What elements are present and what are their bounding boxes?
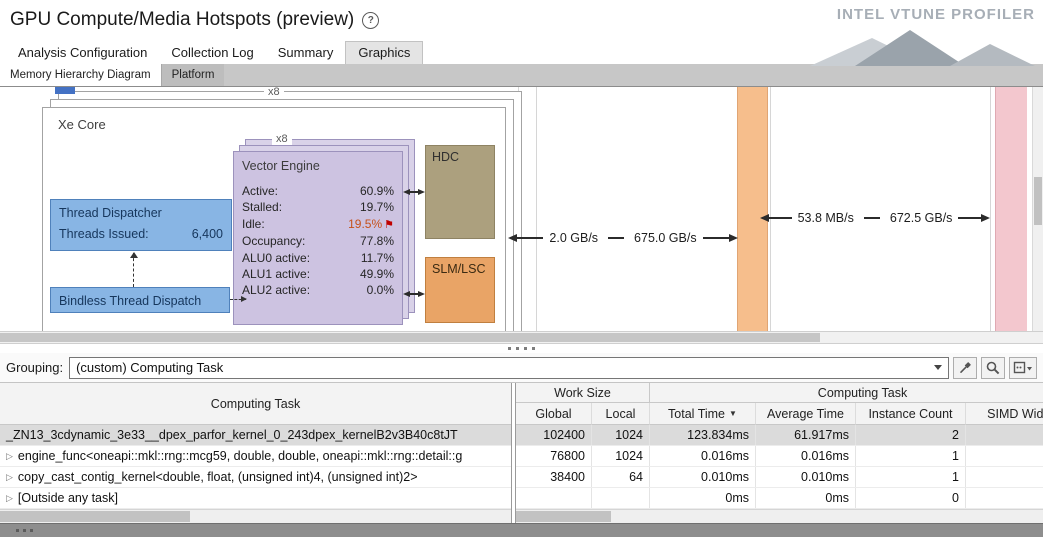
metrics-pane-horizontal-scrollbar[interactable] [516, 509, 1043, 523]
tab-graphics[interactable]: Graphics [345, 41, 423, 64]
threads-issued-value: 6,400 [192, 227, 223, 241]
arrowhead-left [760, 214, 769, 222]
hdc-box[interactable]: HDC [425, 145, 495, 239]
pane-splitter-handle[interactable] [0, 344, 1043, 353]
expander-icon[interactable]: ▷ [6, 451, 13, 462]
bandwidth-write-label: 675.0 GB/s [634, 231, 697, 245]
table-row[interactable]: _ZN13_3cdynamic_3e33__dpex_parfor_kernel… [0, 425, 511, 446]
column-header-average-time[interactable]: Average Time [756, 403, 856, 425]
table-row-metrics[interactable]: 102400 1024 123.834ms 61.917ms 2 [516, 425, 1043, 446]
column-header-computing-task[interactable]: Computing Task [0, 383, 511, 425]
diagram-vertical-scrollbar[interactable] [1032, 87, 1043, 331]
table-row-metrics[interactable]: 0ms 0ms 0 [516, 488, 1043, 509]
memory-hierarchy-diagram[interactable]: x8 Xe Core x8 Vector Engine Active:60.9%… [0, 87, 1043, 331]
ve-stat-alu2: ALU2 active:0.0% [242, 282, 394, 298]
metrics-pane: Work Size Computing Task Global Local To… [516, 383, 1043, 523]
diagram-divider-line [990, 87, 991, 331]
ve-stat-alu1: ALU1 active:49.9% [242, 266, 394, 282]
table-row[interactable]: ▷ copy_cast_contig_kernel<double, float,… [0, 467, 511, 488]
arrowhead-right [981, 214, 990, 222]
table-row-metrics[interactable]: 76800 1024 0.016ms 0.016ms 1 [516, 446, 1043, 467]
column-header-global[interactable]: Global [516, 403, 592, 425]
bindless-thread-dispatch-box[interactable]: Bindless Thread Dispatch [50, 287, 230, 313]
vector-engine-title: Vector Engine [242, 159, 320, 173]
expander-icon[interactable]: ▷ [6, 472, 13, 483]
sort-descending-icon: ▼ [729, 409, 737, 418]
search-icon [985, 360, 1001, 376]
ve-slm-arrow [403, 287, 423, 301]
tab-collection-log[interactable]: Collection Log [159, 42, 265, 64]
column-header-local[interactable]: Local [592, 403, 650, 425]
ve-stat-alu0: ALU0 active:11.7% [242, 250, 394, 266]
vector-engine-stats: Active:60.9% Stalled:19.7% Idle:19.5%⚑ O… [242, 183, 394, 299]
wrench-icon [957, 360, 973, 376]
diagram-horizontal-scrollbar[interactable] [0, 331, 1043, 344]
scrollbar-thumb[interactable] [0, 511, 190, 522]
l3-cache-band[interactable] [737, 87, 768, 331]
subtab-platform[interactable]: Platform [161, 64, 225, 86]
ve-stat-idle: Idle:19.5%⚑ [242, 216, 394, 233]
column-header-total-time[interactable]: Total Time ▼ [650, 403, 756, 425]
xe-core-scale-label: x8 [264, 87, 284, 98]
clipped-blue-box [55, 87, 75, 94]
column-group-computing-task: Computing Task [650, 383, 1043, 403]
thread-dispatcher-title: Thread Dispatcher [51, 200, 231, 220]
scrollbar-thumb[interactable] [1034, 177, 1042, 225]
tab-summary[interactable]: Summary [266, 42, 346, 64]
bindless-to-ve-arrow [230, 299, 246, 300]
ve-stat-stalled: Stalled:19.7% [242, 199, 394, 215]
dispatch-up-arrow [133, 253, 134, 287]
grouping-label: Grouping: [6, 360, 63, 375]
result-tab-bar: Analysis Configuration Collection Log Su… [0, 40, 1043, 64]
table-row-metrics[interactable]: 38400 64 0.010ms 0.010ms 1 [516, 467, 1043, 488]
grouping-value: (custom) Computing Task [70, 360, 928, 375]
expander-icon[interactable]: ▷ [6, 493, 13, 504]
grouping-bar: Grouping: (custom) Computing Task [0, 353, 1043, 383]
bandwidth-read-label: 53.8 MB/s [798, 211, 854, 225]
xe-core-label: Xe Core [58, 117, 106, 132]
thread-dispatcher-box[interactable]: Thread Dispatcher Threads Issued: 6,400 [50, 199, 232, 251]
page-title: GPU Compute/Media Hotspots (preview) [10, 9, 354, 31]
slm-lsc-box[interactable]: SLM/LSC [425, 257, 495, 323]
threads-issued-label: Threads Issued: [59, 227, 149, 241]
memory-band[interactable] [995, 87, 1027, 331]
diagram-divider-line [536, 87, 537, 331]
search-button[interactable] [981, 357, 1005, 379]
scrollbar-thumb[interactable] [516, 511, 611, 522]
arrowhead-left [508, 234, 517, 242]
table-row[interactable]: ▷ [Outside any task] [0, 488, 511, 509]
ve-stat-active: Active:60.9% [242, 183, 394, 199]
table-row[interactable]: ▷ engine_func<oneapi::mkl::rng::mcg59, d… [0, 446, 511, 467]
core-l3-bandwidth-arrow: 2.0 GB/s 675.0 GB/s [508, 231, 738, 245]
chevron-down-icon [928, 365, 948, 370]
pane-settings-button[interactable] [1009, 357, 1037, 379]
ve-hdc-arrow [403, 185, 423, 199]
bandwidth-write-label: 672.5 GB/s [890, 211, 953, 225]
ve-stat-occupancy: Occupancy:77.8% [242, 233, 394, 249]
app-header: GPU Compute/Media Hotspots (preview) ? [0, 0, 1043, 40]
bandwidth-read-label: 2.0 GB/s [549, 231, 598, 245]
arrowhead-right [729, 234, 738, 242]
warning-flag-icon: ⚑ [384, 219, 394, 231]
diagram-divider-line [770, 87, 771, 331]
task-pane-horizontal-scrollbar[interactable] [0, 509, 511, 523]
column-header-instance-count[interactable]: Instance Count [856, 403, 966, 425]
view-subtab-bar: Memory Hierarchy Diagram Platform [0, 64, 1043, 87]
scrollbar-thumb[interactable] [0, 333, 820, 342]
vector-engine-scale-label: x8 [272, 133, 292, 145]
help-icon[interactable]: ? [362, 12, 379, 29]
column-header-simd-width[interactable]: SIMD Width [966, 403, 1043, 425]
window-bottom-strip [0, 523, 1043, 537]
task-name-pane: Computing Task _ZN13_3cdynamic_3e33__dpe… [0, 383, 511, 523]
pane-settings-icon [1013, 360, 1033, 376]
computing-task-grid: Computing Task _ZN13_3cdynamic_3e33__dpe… [0, 383, 1043, 523]
tab-analysis-configuration[interactable]: Analysis Configuration [6, 42, 159, 64]
l3-memory-bandwidth-arrow: 53.8 MB/s 672.5 GB/s [760, 211, 990, 225]
subtab-memory-hierarchy-diagram[interactable]: Memory Hierarchy Diagram [0, 64, 161, 86]
grouping-dropdown[interactable]: (custom) Computing Task [69, 357, 949, 379]
customize-grouping-button[interactable] [953, 357, 977, 379]
column-group-work-size: Work Size [516, 383, 650, 403]
